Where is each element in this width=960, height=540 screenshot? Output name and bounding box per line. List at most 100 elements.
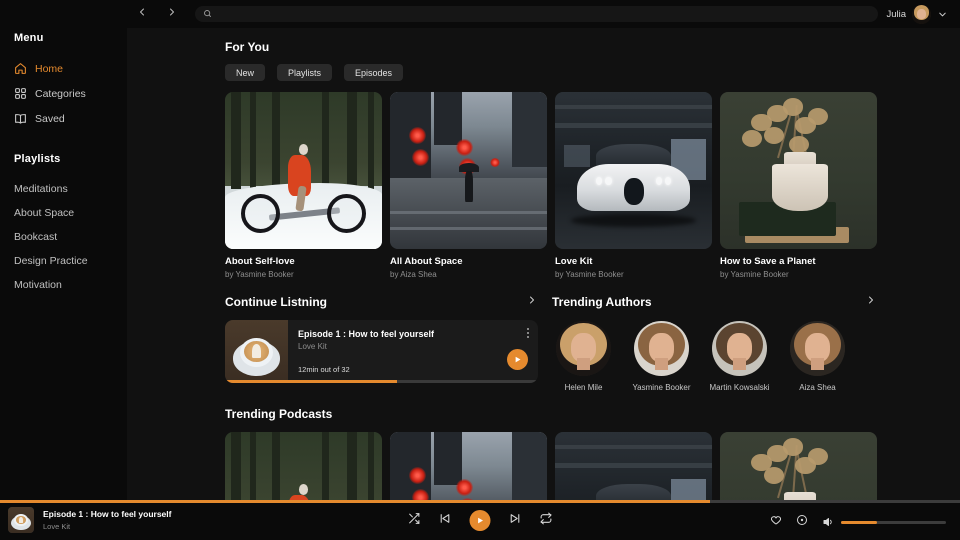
podcast-artwork	[720, 432, 877, 504]
author-item[interactable]: Aiza Shea	[786, 321, 849, 392]
play-button[interactable]	[470, 510, 491, 531]
continue-listening-card[interactable]: Episode 1 : How to feel yourself Love Ki…	[225, 320, 538, 383]
play-icon	[476, 512, 485, 530]
author-name: Martin Kowsalski	[708, 383, 771, 392]
trending-authors-next-button[interactable]	[865, 293, 877, 311]
author-item[interactable]: Helen Mile	[552, 321, 615, 392]
play-icon	[513, 351, 522, 369]
for-you-card-row: About Self-love by Yasmine Booker	[127, 92, 960, 279]
episode-time-status: 12min out of 32	[298, 365, 350, 374]
now-playing-artwork	[8, 507, 34, 533]
podcast-card[interactable]	[390, 432, 547, 504]
skip-next-icon	[509, 512, 522, 530]
grid-icon	[14, 87, 27, 100]
player-right-controls	[770, 513, 946, 531]
podcast-app-window: Menu Home Categories Saved Playlists Med…	[0, 0, 960, 540]
podcast-artwork	[390, 432, 547, 504]
main-content: For You New Playlists Episodes	[127, 28, 960, 504]
sidebar-item-label: Categories	[35, 88, 86, 100]
podcast-artwork	[225, 92, 382, 249]
podcast-card[interactable]: All About Space by Aiza Shea	[390, 92, 547, 279]
continue-listening-title: Continue Listning	[225, 295, 327, 309]
repeat-button[interactable]	[540, 512, 553, 530]
search-bar[interactable]	[195, 6, 878, 22]
authors-list: Helen Mile Yasmine Booker Martin Kowsals…	[552, 321, 877, 392]
sidebar-item-categories[interactable]: Categories	[0, 81, 127, 106]
search-input[interactable]	[218, 9, 870, 19]
avatar	[790, 321, 845, 376]
podcast-card[interactable]: How to Save a Planet by Yasmine Booker	[720, 92, 877, 279]
podcast-card-author: by Yasmine Booker	[720, 270, 877, 279]
sidebar-item-saved[interactable]: Saved	[0, 106, 127, 131]
podcast-card-title: How to Save a Planet	[720, 256, 877, 267]
now-playing: Episode 1 : How to feel yourself Love Ki…	[8, 507, 171, 533]
podcast-card[interactable]	[225, 432, 382, 504]
chevron-left-icon	[136, 5, 148, 23]
forward-button[interactable]	[161, 3, 183, 25]
author-name: Helen Mile	[552, 383, 615, 392]
author-name: Yasmine Booker	[630, 383, 693, 392]
sidebar-playlist-meditations[interactable]: Meditations	[0, 177, 127, 201]
trending-authors-title: Trending Authors	[552, 295, 652, 309]
podcast-card-title: All About Space	[390, 256, 547, 267]
repeat-icon	[540, 512, 553, 530]
back-button[interactable]	[131, 3, 153, 25]
trending-podcasts-row	[127, 432, 960, 504]
for-you-tabs: New Playlists Episodes	[127, 64, 960, 81]
volume-slider[interactable]	[841, 521, 946, 524]
avatar[interactable]	[912, 5, 931, 24]
sidebar-playlist-motivation[interactable]: Motivation	[0, 273, 127, 297]
skip-previous-icon	[439, 512, 452, 530]
more-vertical-icon[interactable]	[527, 328, 529, 338]
next-button[interactable]	[509, 512, 522, 530]
add-button[interactable]	[796, 513, 808, 531]
user-menu[interactable]: Julia	[886, 5, 948, 24]
chevron-right-icon	[166, 5, 178, 23]
for-you-title: For You	[127, 40, 960, 54]
like-button[interactable]	[770, 513, 782, 531]
podcast-card[interactable]: Love Kit by Yasmine Booker	[555, 92, 712, 279]
sidebar-item-label: Saved	[35, 113, 65, 125]
previous-button[interactable]	[439, 512, 452, 530]
tab-new[interactable]: New	[225, 64, 265, 81]
continue-listening-next-button[interactable]	[526, 293, 538, 311]
sidebar-menu-heading: Menu	[0, 32, 127, 56]
podcast-artwork	[555, 432, 712, 504]
heart-icon	[770, 513, 782, 531]
sidebar-playlist-design-practice[interactable]: Design Practice	[0, 249, 127, 273]
continue-listening-section: Continue Listning Episode 1 : How	[225, 293, 538, 392]
podcast-card[interactable]: About Self-love by Yasmine Booker	[225, 92, 382, 279]
home-icon	[14, 62, 27, 75]
episode-progress-bar[interactable]	[225, 380, 538, 383]
avatar	[634, 321, 689, 376]
episode-play-button[interactable]	[507, 349, 528, 370]
episode-title: Episode 1 : How to feel yourself	[298, 329, 528, 339]
chevron-down-icon[interactable]	[937, 9, 948, 20]
now-playing-podcast: Love Kit	[43, 522, 171, 531]
chevron-right-icon	[865, 293, 877, 311]
now-playing-title: Episode 1 : How to feel yourself	[43, 509, 171, 519]
author-item[interactable]: Martin Kowsalski	[708, 321, 771, 392]
podcast-artwork	[555, 92, 712, 249]
sidebar-playlist-about-space[interactable]: About Space	[0, 201, 127, 225]
sidebar-item-home[interactable]: Home	[0, 56, 127, 81]
book-icon	[14, 112, 27, 125]
podcast-card[interactable]	[720, 432, 877, 504]
continue-listening-header: Continue Listning	[225, 293, 538, 311]
podcast-card[interactable]	[555, 432, 712, 504]
shuffle-button[interactable]	[408, 512, 421, 530]
volume-icon[interactable]	[822, 516, 834, 528]
playback-progress-bar[interactable]	[0, 500, 960, 503]
sidebar-item-label: Home	[35, 63, 63, 75]
tab-episodes[interactable]: Episodes	[344, 64, 403, 81]
sidebar-playlist-bookcast[interactable]: Bookcast	[0, 225, 127, 249]
tab-playlists[interactable]: Playlists	[277, 64, 332, 81]
shuffle-icon	[408, 512, 421, 530]
podcast-artwork	[225, 432, 382, 504]
author-item[interactable]: Yasmine Booker	[630, 321, 693, 392]
trending-authors-header: Trending Authors	[552, 293, 877, 311]
podcast-card-author: by Yasmine Booker	[555, 270, 712, 279]
podcast-card-author: by Yasmine Booker	[225, 270, 382, 279]
secondary-sections: Continue Listning Episode 1 : How	[127, 293, 960, 392]
player-bar: Episode 1 : How to feel yourself Love Ki…	[0, 500, 960, 540]
